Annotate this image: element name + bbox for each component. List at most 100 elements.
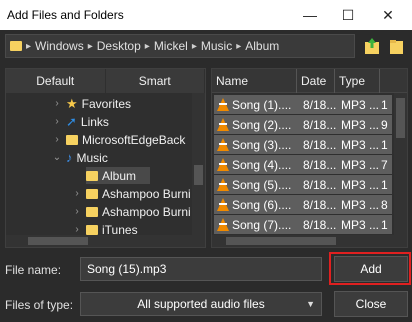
file-row[interactable]: Song (7).... 8/18... MP3 ... 1 <box>214 215 392 234</box>
crumb-desktop[interactable]: Desktop <box>97 39 141 53</box>
file-extra: 1 <box>381 177 388 192</box>
tree-item-music[interactable]: ⌄ ♪ Music <box>52 149 108 166</box>
crumb-album[interactable]: Album <box>245 39 279 53</box>
file-name: Song (4).... <box>232 157 292 172</box>
tree-item-album[interactable]: Album <box>86 167 150 184</box>
crumb-mickel[interactable]: Mickel <box>154 39 188 53</box>
file-type: MP3 ... <box>341 217 380 232</box>
file-extra: 1 <box>381 217 388 232</box>
file-date: 8/18... <box>303 177 337 192</box>
vlc-file-icon <box>217 158 229 171</box>
column-header-name[interactable]: Name <box>212 69 297 93</box>
scrollbar-thumb[interactable] <box>226 237 336 245</box>
minimize-button[interactable]: — <box>290 0 330 30</box>
file-name: Song (5).... <box>232 177 292 192</box>
chevron-down-icon[interactable]: ⌄ <box>52 152 62 163</box>
scrollbar-thumb[interactable] <box>28 237 88 245</box>
chevron-right-icon[interactable]: › <box>52 98 62 109</box>
add-button[interactable]: Add <box>334 256 408 282</box>
scrollbar-thumb[interactable] <box>194 165 203 185</box>
separator-icon: ▸ <box>26 40 32 52</box>
vlc-file-icon <box>217 218 229 231</box>
file-row[interactable]: Song (3).... 8/18... MP3 ... 1 <box>214 135 392 154</box>
chevron-right-icon[interactable]: › <box>72 206 82 217</box>
folder-icon <box>66 134 78 145</box>
file-type-value: All supported audio files <box>137 297 265 311</box>
folder-icon <box>10 41 22 51</box>
file-type: MP3 ... <box>341 117 380 132</box>
tree-item-favorites[interactable]: › ★ Favorites <box>52 95 131 112</box>
file-extra: 1 <box>381 137 388 152</box>
file-name: Song (3).... <box>232 137 292 152</box>
column-header-type[interactable]: Type <box>335 69 380 93</box>
file-date: 8/18... <box>303 97 337 112</box>
chevron-right-icon[interactable]: › <box>72 224 82 235</box>
folder-icon <box>86 206 98 217</box>
folder-icon <box>86 188 98 199</box>
tree-item-ashampoo-1[interactable]: › Ashampoo Burni <box>72 185 190 202</box>
folder-icon <box>86 224 98 235</box>
tree-tabs: Default Smart <box>6 69 205 93</box>
star-icon: ★ <box>66 95 78 111</box>
file-row[interactable]: Song (1).... 8/18... MP3 ... 1 <box>214 95 392 114</box>
scrollbar-thumb[interactable] <box>396 98 405 138</box>
file-list-vertical-scrollbar[interactable] <box>394 93 407 235</box>
separator-icon: ▸ <box>236 40 242 52</box>
file-date: 8/18... <box>303 217 337 232</box>
file-date: 8/18... <box>303 137 337 152</box>
tree-item-links[interactable]: › ➚ Links <box>52 113 109 130</box>
file-name: Song (2).... <box>232 117 292 132</box>
tree-item-microsoftedgeback[interactable]: › MicrosoftEdgeBack <box>52 131 185 148</box>
close-window-button[interactable]: ✕ <box>368 0 408 30</box>
new-folder-icon[interactable] <box>388 37 404 55</box>
file-name-label: File name: <box>5 263 62 277</box>
address-bar[interactable]: ▸ Windows ▸ Desktop ▸ Mickel ▸ Music ▸ A… <box>5 34 355 58</box>
file-list-panel: Name Date Type Song (1).... 8/18... MP3 … <box>211 68 408 248</box>
folder-tree: › ★ Favorites › ➚ Links › MicrosoftEdgeB… <box>6 93 192 236</box>
separator-icon: ▸ <box>144 40 150 52</box>
file-type: MP3 ... <box>341 197 380 212</box>
tab-default[interactable]: Default <box>6 69 106 93</box>
tree-vertical-scrollbar[interactable] <box>192 93 205 235</box>
tree-item-label: Music <box>76 150 108 165</box>
file-type: MP3 ... <box>341 97 380 112</box>
chevron-right-icon[interactable]: › <box>52 116 62 127</box>
file-list-horizontal-scrollbar[interactable] <box>212 235 407 247</box>
file-type: MP3 ... <box>341 177 380 192</box>
file-extra: 8 <box>381 197 388 212</box>
close-button[interactable]: Close <box>334 291 408 317</box>
separator-icon: ▸ <box>191 40 197 52</box>
tab-smart[interactable]: Smart <box>106 69 205 93</box>
tree-item-label: Album <box>102 168 137 183</box>
file-date: 8/18... <box>303 197 337 212</box>
tree-item-ashampoo-2[interactable]: › Ashampoo Burni <box>72 203 190 220</box>
link-arrow-icon: ➚ <box>66 113 77 129</box>
separator-icon: ▸ <box>87 40 93 52</box>
maximize-button[interactable]: ☐ <box>328 0 368 30</box>
chevron-right-icon[interactable]: › <box>52 134 62 145</box>
folder-tree-panel: Default Smart › ★ Favorites › ➚ Links › … <box>5 68 206 248</box>
tree-item-itunes[interactable]: › iTunes <box>72 221 138 236</box>
file-row[interactable]: Song (6).... 8/18... MP3 ... 8 <box>214 195 392 214</box>
file-date: 8/18... <box>303 157 337 172</box>
add-files-dialog: Add Files and Folders — ☐ ✕ ▸ Windows ▸ … <box>0 0 412 322</box>
vlc-file-icon <box>217 178 229 191</box>
tree-horizontal-scrollbar[interactable] <box>6 235 205 247</box>
file-type: MP3 ... <box>341 157 380 172</box>
file-name: Song (7).... <box>232 217 292 232</box>
vlc-file-icon <box>217 138 229 151</box>
tree-item-label: iTunes <box>102 222 138 236</box>
window-title: Add Files and Folders <box>7 8 124 22</box>
file-type-select[interactable]: All supported audio files ▼ <box>80 292 322 316</box>
file-extra: 9 <box>381 117 388 132</box>
crumb-music[interactable]: Music <box>201 39 232 53</box>
file-type-label: Files of type: <box>5 298 74 312</box>
folder-up-icon[interactable] <box>364 37 380 55</box>
file-row[interactable]: Song (2).... 8/18... MP3 ... 9 <box>214 115 392 134</box>
file-row[interactable]: Song (4).... 8/18... MP3 ... 7 <box>214 155 392 174</box>
column-header-date[interactable]: Date <box>297 69 335 93</box>
crumb-windows[interactable]: Windows <box>35 39 84 53</box>
file-row[interactable]: Song (5).... 8/18... MP3 ... 1 <box>214 175 392 194</box>
file-name-input[interactable]: Song (15).mp3 <box>80 257 322 281</box>
chevron-right-icon[interactable]: › <box>72 188 82 199</box>
